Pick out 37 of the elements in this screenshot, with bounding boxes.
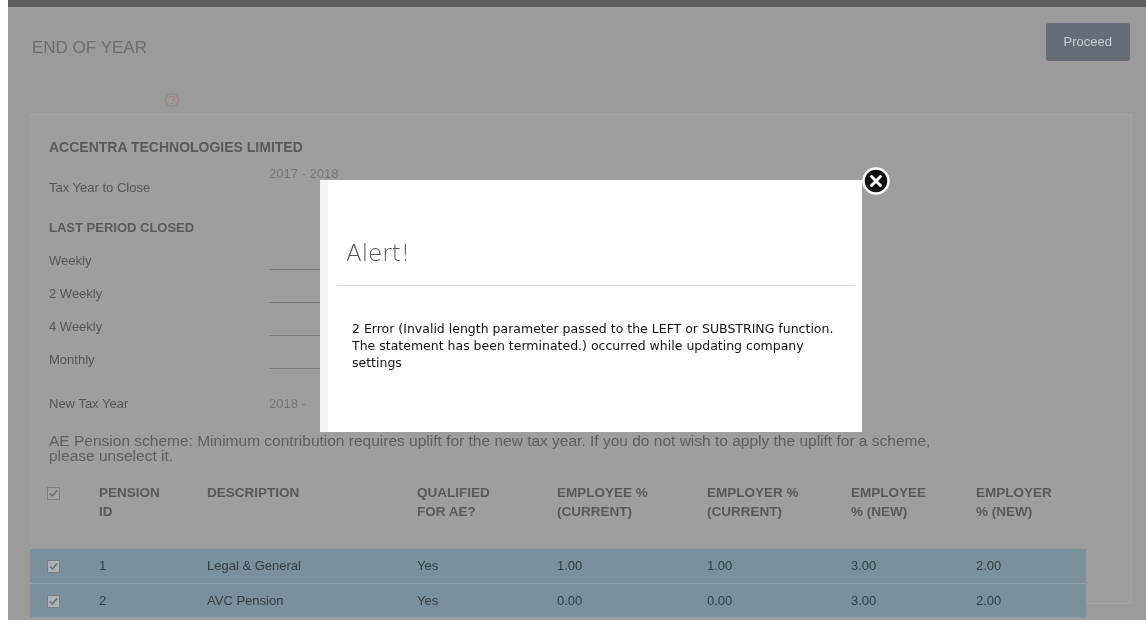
table-cell: Yes bbox=[417, 549, 557, 584]
column-header: EMPLOYEE % (CURRENT) bbox=[557, 484, 649, 521]
table-cell: 2 bbox=[99, 583, 207, 618]
column-header: DESCRIPTION bbox=[207, 484, 301, 502]
table-cell: 2.00 bbox=[976, 549, 1086, 584]
company-name: ACCENTRA TECHNOLOGIES LIMITED bbox=[49, 137, 303, 157]
table-cell: 1 bbox=[99, 549, 207, 584]
table-cell: 3.00 bbox=[851, 583, 976, 618]
column-header: EMPLOYER % (NEW) bbox=[976, 484, 1053, 521]
checkbox[interactable] bbox=[47, 486, 60, 500]
field-label: 4 Weekly bbox=[49, 317, 104, 336]
table-cell: AVC Pension bbox=[207, 583, 417, 618]
checkbox[interactable] bbox=[47, 594, 60, 608]
table-cell: 2.00 bbox=[976, 583, 1086, 618]
error-message: 2 Error (Invalid length parameter passed to the LEFT or SUBSTRING function. The statement has been terminated.) occurred while updating company settings bbox=[352, 319, 835, 371]
field-label: 2 Weekly bbox=[49, 284, 104, 303]
table-cell: 0.00 bbox=[557, 583, 707, 618]
section-heading: LAST PERIOD CLOSED bbox=[49, 218, 195, 237]
checkbox[interactable] bbox=[47, 560, 60, 574]
proceed-button[interactable]: Proceed bbox=[1045, 23, 1130, 61]
column-header: EMPLOYEE % (NEW) bbox=[851, 484, 927, 521]
field-label: Monthly bbox=[49, 350, 96, 369]
column-header: QUALIFIED FOR AE? bbox=[417, 484, 491, 521]
table-cell: 3.00 bbox=[851, 549, 976, 584]
table-cell: Yes bbox=[417, 583, 557, 618]
field-label: Weekly bbox=[49, 251, 93, 270]
table-cell: 1.00 bbox=[557, 549, 707, 584]
table-cell: Legal & General bbox=[207, 549, 417, 584]
column-header: EMPLOYER % (CURRENT) bbox=[707, 484, 800, 521]
table-cell: 0.00 bbox=[707, 583, 851, 618]
column-header: PENSION ID bbox=[99, 484, 161, 521]
dialog-title: Alert! bbox=[346, 239, 411, 268]
field-label: Tax Year to Close bbox=[49, 179, 152, 197]
table-cell: 1.00 bbox=[707, 549, 851, 584]
help-icon[interactable] bbox=[164, 91, 180, 108]
info-text: AE Pension scheme: Minimum contribution requires uplift for the new tax year. If you do not wish to apply the uplift for a scheme, please unselect it. bbox=[49, 433, 932, 463]
field-label: New Tax Year bbox=[49, 394, 130, 413]
